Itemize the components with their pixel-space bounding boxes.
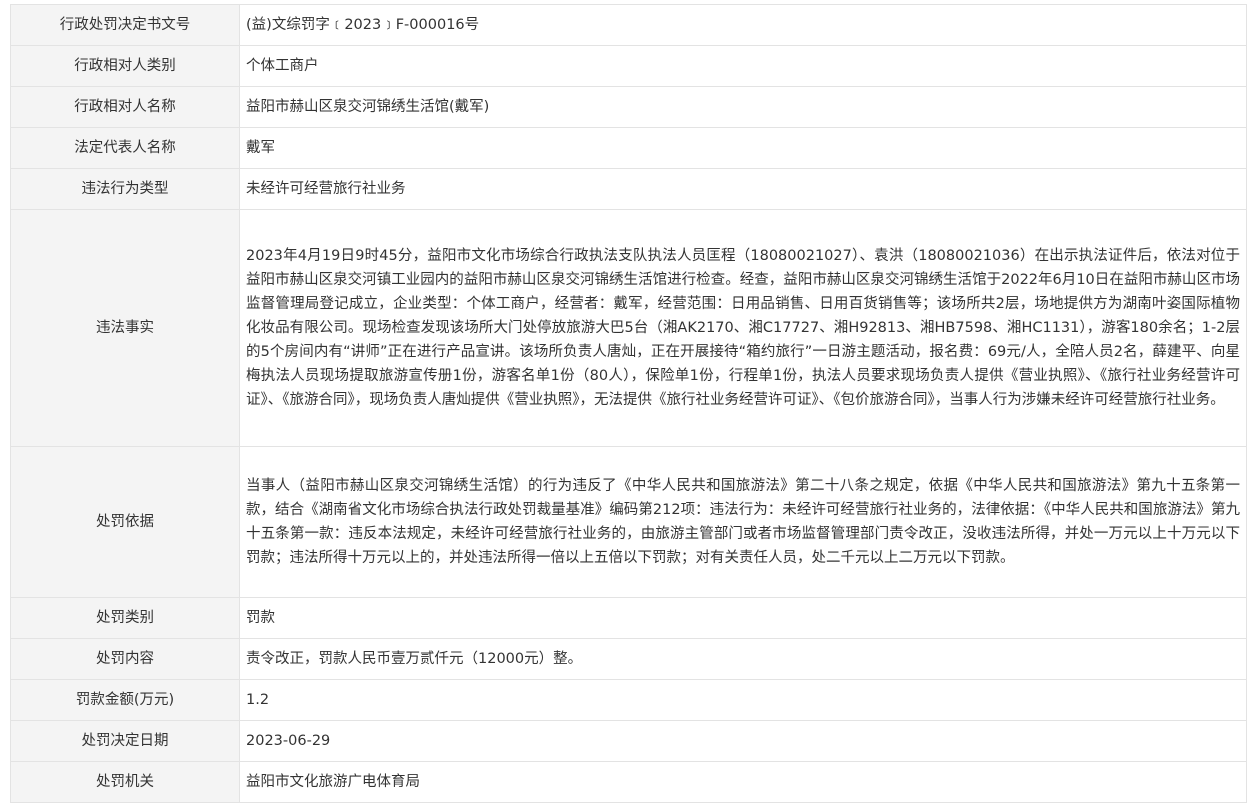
row-penalty-content: 处罚内容 责令改正，罚款人民币壹万贰仟元（12000元）整。 [10, 638, 1247, 680]
row-decision-number: 行政处罚决定书文号 (益)文综罚字﹝2023﹞F-000016号 [10, 4, 1247, 46]
label-penalty-basis: 处罚依据 [10, 446, 240, 598]
label-decision-date: 处罚决定日期 [10, 720, 240, 762]
label-party-name: 行政相对人名称 [10, 86, 240, 128]
row-violation-facts: 违法事实 2023年4月19日9时45分，益阳市文化市场综合行政执法支队执法人员… [10, 209, 1247, 447]
value-fine-amount: 1.2 [239, 679, 1247, 721]
value-legal-representative: 戴军 [239, 127, 1247, 169]
value-penalty-basis: 当事人（益阳市赫山区泉交河锦绣生活馆）的行为违反了《中华人民共和国旅游法》第二十… [239, 446, 1247, 598]
row-penalty-authority: 处罚机关 益阳市文化旅游广电体育局 [10, 761, 1247, 803]
penalty-info-table: 行政处罚决定书文号 (益)文综罚字﹝2023﹞F-000016号 行政相对人类别… [10, 4, 1247, 803]
value-decision-date: 2023-06-29 [239, 720, 1247, 762]
value-party-type: 个体工商户 [239, 45, 1247, 87]
value-violation-type: 未经许可经营旅行社业务 [239, 168, 1247, 210]
label-party-type: 行政相对人类别 [10, 45, 240, 87]
row-penalty-category: 处罚类别 罚款 [10, 597, 1247, 639]
row-party-type: 行政相对人类别 个体工商户 [10, 45, 1247, 87]
label-violation-facts: 违法事实 [10, 209, 240, 447]
value-penalty-authority: 益阳市文化旅游广电体育局 [239, 761, 1247, 803]
value-decision-number: (益)文综罚字﹝2023﹞F-000016号 [239, 4, 1247, 46]
label-penalty-content: 处罚内容 [10, 638, 240, 680]
penalty-info-sheet: 行政处罚决定书文号 (益)文综罚字﹝2023﹞F-000016号 行政相对人类别… [10, 4, 1247, 803]
row-party-name: 行政相对人名称 益阳市赫山区泉交河锦绣生活馆(戴军) [10, 86, 1247, 128]
label-legal-representative: 法定代表人名称 [10, 127, 240, 169]
value-penalty-content: 责令改正，罚款人民币壹万贰仟元（12000元）整。 [239, 638, 1247, 680]
label-penalty-authority: 处罚机关 [10, 761, 240, 803]
row-decision-date: 处罚决定日期 2023-06-29 [10, 720, 1247, 762]
value-penalty-category: 罚款 [239, 597, 1247, 639]
label-penalty-category: 处罚类别 [10, 597, 240, 639]
row-penalty-basis: 处罚依据 当事人（益阳市赫山区泉交河锦绣生活馆）的行为违反了《中华人民共和国旅游… [10, 446, 1247, 598]
row-fine-amount: 罚款金额(万元) 1.2 [10, 679, 1247, 721]
label-violation-type: 违法行为类型 [10, 168, 240, 210]
value-violation-facts: 2023年4月19日9时45分，益阳市文化市场综合行政执法支队执法人员匡程（18… [239, 209, 1247, 447]
label-decision-number: 行政处罚决定书文号 [10, 4, 240, 46]
label-fine-amount: 罚款金额(万元) [10, 679, 240, 721]
row-legal-representative: 法定代表人名称 戴军 [10, 127, 1247, 169]
value-party-name: 益阳市赫山区泉交河锦绣生活馆(戴军) [239, 86, 1247, 128]
row-violation-type: 违法行为类型 未经许可经营旅行社业务 [10, 168, 1247, 210]
